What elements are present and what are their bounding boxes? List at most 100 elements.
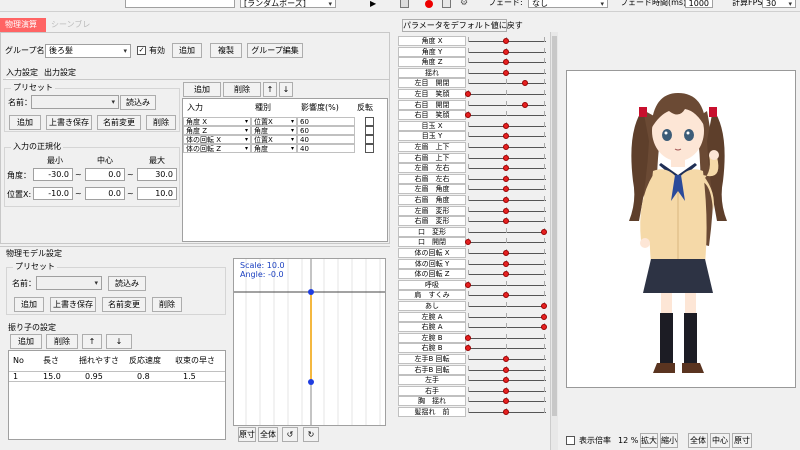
preset-overwrite-button[interactable]: 上書き保存: [46, 115, 92, 130]
input-select[interactable]: 角度 Z ▾: [183, 126, 251, 135]
input-select[interactable]: 角度 X ▾: [183, 117, 251, 126]
slider-track[interactable]: [468, 231, 546, 233]
parameter-row[interactable]: 左手B 回転: [396, 354, 549, 364]
slider-handle[interactable]: [503, 292, 509, 299]
parameter-scrollbar[interactable]: [550, 32, 558, 450]
pos-max-input[interactable]: 10.0: [137, 187, 177, 200]
parameter-row[interactable]: 呼吸: [396, 279, 549, 290]
slider-handle[interactable]: [503, 366, 509, 373]
show-ratio-checkbox[interactable]: [566, 436, 575, 445]
slider-handle[interactable]: [503, 356, 509, 362]
slider-track[interactable]: [468, 348, 546, 350]
slider-track[interactable]: [468, 327, 546, 329]
original-size-button[interactable]: 原寸: [732, 433, 752, 448]
table-row[interactable]: 体の回転 X ▾ 位置X ▾ 40: [183, 135, 387, 144]
parameter-row[interactable]: 揺れ: [396, 67, 549, 78]
parameter-row[interactable]: 左腕 A: [396, 311, 549, 322]
parameter-row[interactable]: 左眉 上下: [396, 142, 549, 152]
physics-rename-button[interactable]: 名前変更: [102, 297, 146, 312]
plot-fit-button[interactable]: 全体: [258, 427, 278, 442]
slider-handle[interactable]: [541, 228, 547, 235]
parameter-row[interactable]: 右目 開閉: [396, 99, 549, 110]
slider-handle[interactable]: [465, 345, 471, 352]
parameter-row[interactable]: 右眉 上下: [396, 152, 549, 163]
weight-input[interactable]: 40: [297, 144, 355, 153]
plot-original-button[interactable]: 原寸: [238, 427, 256, 442]
parameter-row[interactable]: 左眉 左右: [396, 163, 549, 174]
slider-handle[interactable]: [503, 197, 509, 203]
fit-all-button[interactable]: 全体: [688, 433, 708, 448]
physics-add-button[interactable]: 追加: [14, 297, 44, 312]
type-select[interactable]: 角度 ▾: [251, 144, 297, 153]
parameter-row[interactable]: 左腕 B: [396, 332, 549, 343]
angle-max-input[interactable]: 30.0: [137, 168, 177, 181]
parameter-row[interactable]: 体の回転 Z: [396, 269, 549, 280]
pendulum-up-button[interactable]: ↑: [82, 334, 102, 349]
type-select[interactable]: 角度 ▾: [251, 126, 297, 135]
preset-add-button[interactable]: 追加: [9, 115, 41, 130]
subtab-output[interactable]: 出力設定: [44, 68, 76, 78]
slider-handle[interactable]: [465, 239, 471, 246]
parameter-row[interactable]: 体の回転 X: [396, 248, 549, 258]
physics-delete-button[interactable]: 削除: [152, 297, 182, 312]
pendulum-delete-button[interactable]: 削除: [46, 334, 78, 349]
parameter-row[interactable]: 右目 笑顔: [396, 110, 549, 121]
slider-track[interactable]: [468, 306, 546, 307]
group-edit-button[interactable]: グループ編集: [247, 43, 303, 58]
parameter-row[interactable]: 肩 すくみ: [396, 290, 549, 301]
input-down-button[interactable]: ↓: [279, 82, 293, 97]
tab-scene-blend[interactable]: シーンブレンド: [46, 18, 102, 43]
slider-handle[interactable]: [541, 303, 547, 309]
slider-handle[interactable]: [541, 313, 547, 320]
enabled-checkbox[interactable]: ✓: [137, 46, 146, 55]
parameter-row[interactable]: 左目 笑顔: [396, 89, 549, 99]
rotate-left-icon[interactable]: ↺: [282, 427, 298, 442]
slider-handle[interactable]: [503, 250, 509, 256]
slider-handle[interactable]: [465, 91, 471, 97]
slider-handle[interactable]: [503, 260, 509, 267]
slider-handle[interactable]: [503, 38, 509, 44]
parameter-row[interactable]: 目玉 Y: [396, 131, 549, 142]
parameter-row[interactable]: 体の回転 Y: [396, 258, 549, 269]
parameter-row[interactable]: 右手: [396, 385, 549, 396]
invert-checkbox[interactable]: [365, 117, 374, 126]
group-copy-button[interactable]: 複製: [210, 43, 242, 58]
play-icon[interactable]: ▶: [370, 0, 376, 8]
table-row[interactable]: 角度 X ▾ 位置X ▾ 60: [183, 117, 387, 126]
slider-handle[interactable]: [503, 377, 509, 384]
slider-track[interactable]: [468, 104, 546, 106]
table-row[interactable]: 体の回転 Z ▾ 角度 ▾ 40: [183, 144, 387, 153]
invert-checkbox[interactable]: [365, 126, 374, 135]
parameter-row[interactable]: 角度 Z: [396, 57, 549, 68]
slider-track[interactable]: [468, 284, 546, 286]
fade-select[interactable]: なし ▾: [528, 0, 608, 8]
slider-handle[interactable]: [503, 271, 509, 278]
slider-handle[interactable]: [503, 165, 509, 172]
parameter-row[interactable]: 左目 開閉: [396, 78, 549, 89]
zoom-in-button[interactable]: 拡大: [640, 433, 658, 448]
parameter-row[interactable]: 左手: [396, 375, 549, 386]
parameter-row[interactable]: 右手B 回転: [396, 364, 549, 375]
invert-checkbox[interactable]: [365, 135, 374, 144]
scrollbar-thumb[interactable]: [552, 36, 557, 416]
slider-handle[interactable]: [522, 101, 528, 108]
slider-handle[interactable]: [503, 59, 509, 66]
pendulum-weight[interactable]: [308, 379, 314, 385]
gear-icon[interactable]: ⚙: [460, 0, 468, 8]
type-select[interactable]: 位置X ▾: [251, 135, 297, 144]
pendulum-down-button[interactable]: ↓: [106, 334, 132, 349]
parameter-row[interactable]: 右眉 左右: [396, 173, 549, 184]
parameter-row[interactable]: 角度 Y: [396, 46, 549, 57]
fps-select[interactable]: 30 ▾: [762, 0, 796, 8]
parameter-row[interactable]: 口 開閉: [396, 237, 549, 248]
parameter-row[interactable]: 右眉 変形: [396, 216, 549, 227]
slider-handle[interactable]: [503, 207, 509, 214]
pendulum-anchor[interactable]: [308, 289, 314, 295]
pos-min-input[interactable]: -10.0: [33, 187, 73, 200]
table-row[interactable]: 1 15.0 0.95 0.8 1.5: [9, 371, 225, 382]
slider-track[interactable]: [468, 337, 546, 339]
pendulum-preview[interactable]: Scale: 10.0 Angle: -0.0: [233, 258, 386, 426]
fade-time-input[interactable]: 1000: [685, 0, 713, 8]
parameter-row[interactable]: 髪揺れ 前: [396, 407, 549, 417]
slider-handle[interactable]: [465, 334, 471, 341]
